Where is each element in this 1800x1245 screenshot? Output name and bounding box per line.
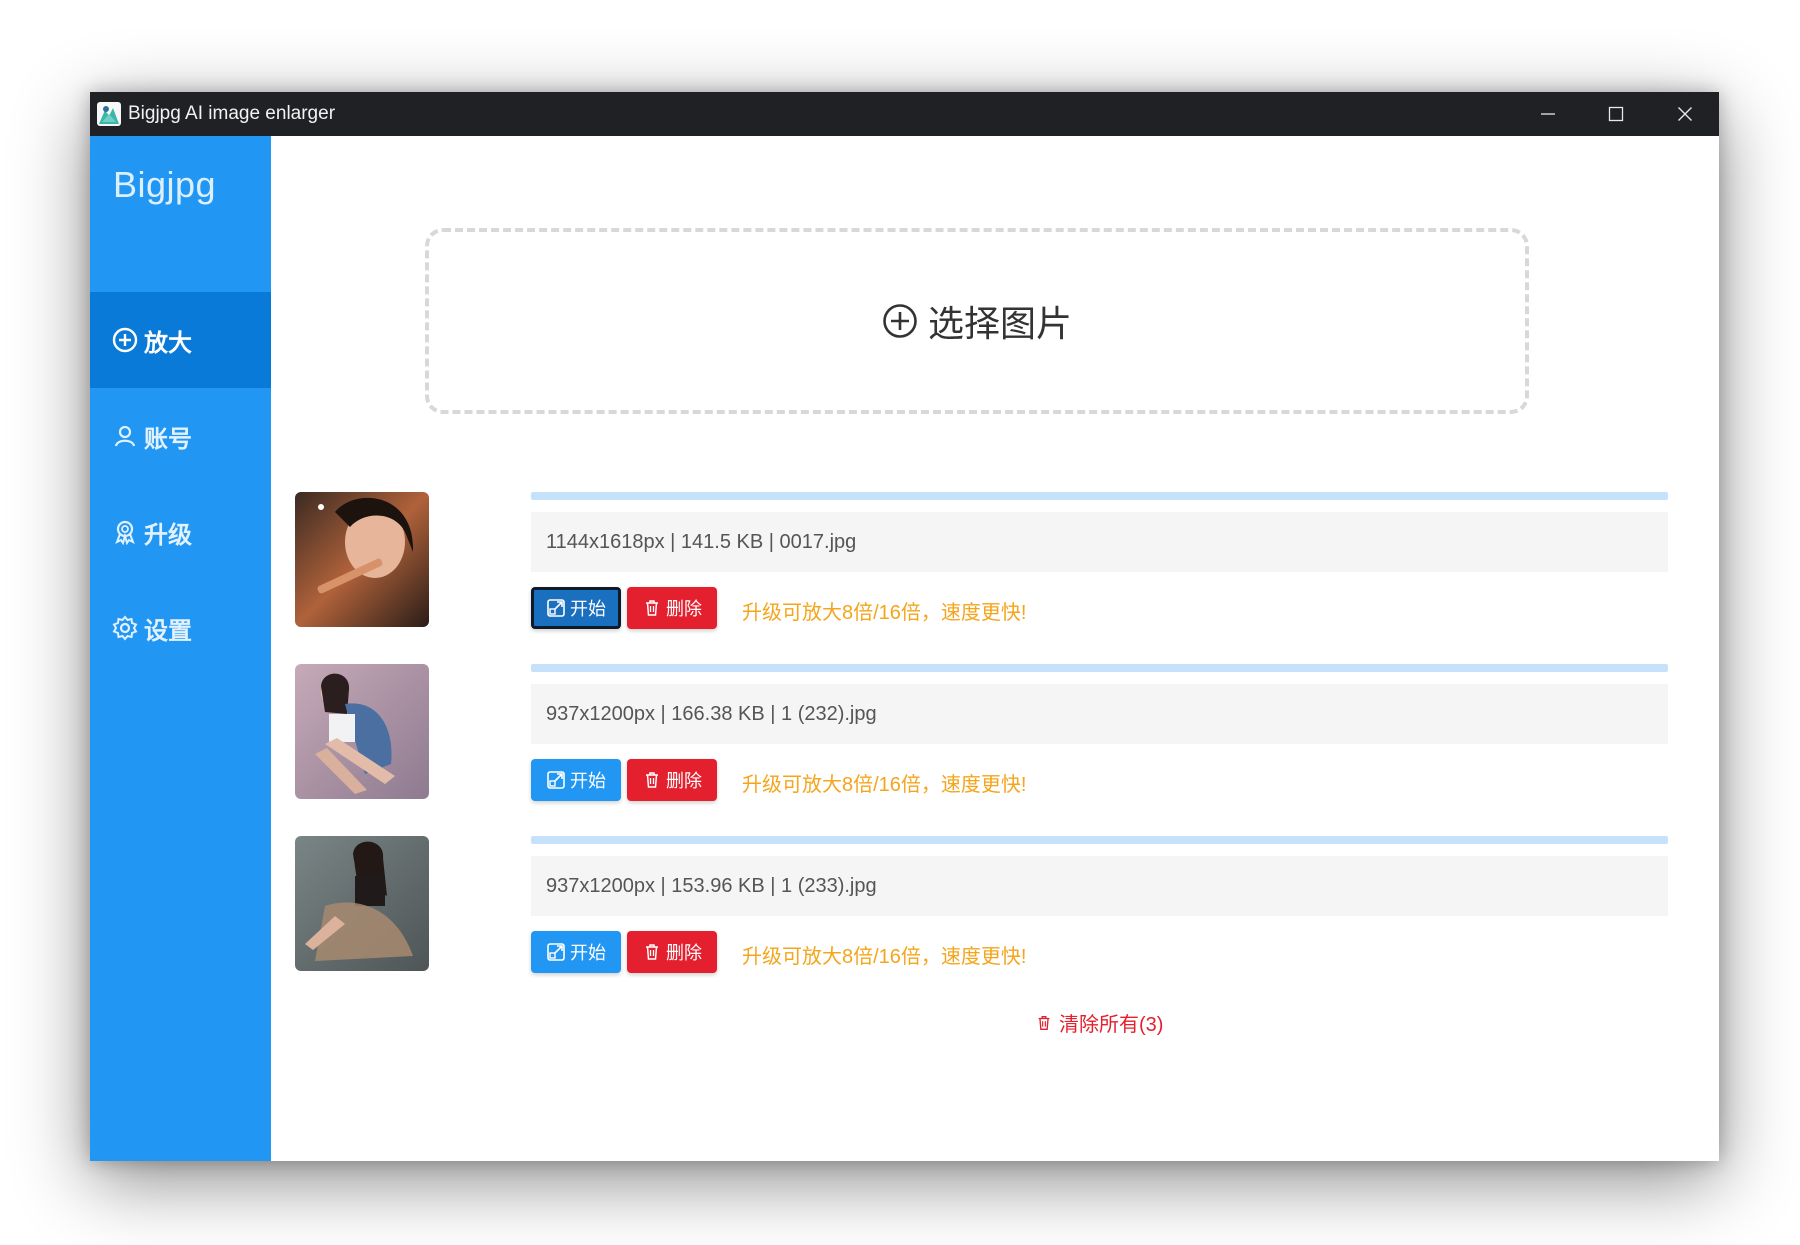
close-button[interactable] [1651, 92, 1719, 136]
main-content: 选择图片 1144x1618px | 141.5 KB | 0017.jpg 开… [271, 136, 1719, 1161]
plus-circle-icon [112, 327, 138, 353]
sidebar-item-upgrade[interactable]: 升级 [90, 484, 271, 580]
trash-icon [642, 770, 662, 790]
sidebar: Bigjpg 放大 账号 升级 设置 [90, 136, 271, 1161]
minimize-button[interactable] [1514, 92, 1582, 136]
gear-icon [112, 615, 138, 641]
start-button[interactable]: 开始 [531, 931, 621, 973]
sidebar-item-label: 设置 [144, 617, 192, 645]
close-icon [1678, 107, 1692, 121]
file-info: 937x1200px | 166.38 KB | 1 (232).jpg [531, 684, 1668, 744]
sidebar-item-label: 升级 [144, 521, 192, 549]
file-item: 1144x1618px | 141.5 KB | 0017.jpg 开始 删除 … [295, 492, 1675, 632]
clear-all-button[interactable]: 清除所有(3) [1035, 1008, 1163, 1037]
expand-icon [546, 942, 566, 962]
delete-button-label: 删除 [666, 599, 702, 619]
user-icon [112, 423, 138, 449]
start-button-label: 开始 [570, 771, 606, 791]
upgrade-promo-text[interactable]: 升级可放大8倍/16倍，速度更快! [742, 596, 1026, 625]
start-button[interactable]: 开始 [531, 587, 621, 629]
delete-button-label: 删除 [666, 943, 702, 963]
expand-icon [546, 770, 566, 790]
app-window: Bigjpg AI image enlarger Bigjpg 放大 账号 升级… [90, 92, 1719, 1161]
delete-button-label: 删除 [666, 771, 702, 791]
trash-icon [1035, 1014, 1053, 1032]
delete-button[interactable]: 删除 [627, 587, 717, 629]
select-image-dropzone[interactable]: 选择图片 [425, 228, 1529, 414]
start-button-label: 开始 [570, 943, 606, 963]
title-bar[interactable]: Bigjpg AI image enlarger [90, 92, 1719, 136]
start-button[interactable]: 开始 [531, 759, 621, 801]
sidebar-item-settings[interactable]: 设置 [90, 580, 271, 676]
file-info: 1144x1618px | 141.5 KB | 0017.jpg [531, 512, 1668, 572]
expand-icon [546, 598, 566, 618]
brand-logo-text: Bigjpg [113, 164, 217, 205]
sidebar-item-enlarge[interactable]: 放大 [90, 292, 271, 388]
window-title: Bigjpg AI image enlarger [128, 103, 336, 124]
bigjpg-app-icon [97, 102, 121, 126]
select-image-label: 选择图片 [927, 303, 1072, 344]
progress-bar [531, 492, 1668, 500]
clear-all-label: 清除所有(3) [1059, 1014, 1164, 1036]
file-item: 937x1200px | 153.96 KB | 1 (233).jpg 开始 … [295, 836, 1675, 976]
upgrade-promo-text[interactable]: 升级可放大8倍/16倍，速度更快! [742, 768, 1026, 797]
image-thumbnail[interactable] [295, 836, 429, 971]
trash-icon [642, 942, 662, 962]
award-icon [112, 519, 138, 545]
sidebar-item-account[interactable]: 账号 [90, 388, 271, 484]
image-thumbnail[interactable] [295, 664, 429, 799]
upgrade-promo-text[interactable]: 升级可放大8倍/16倍，速度更快! [742, 940, 1026, 969]
maximize-button[interactable] [1582, 92, 1650, 136]
image-thumbnail[interactable] [295, 492, 429, 627]
delete-button[interactable]: 删除 [627, 759, 717, 801]
plus-circle-icon [882, 303, 918, 339]
delete-button[interactable]: 删除 [627, 931, 717, 973]
sidebar-item-label: 放大 [144, 329, 192, 357]
start-button-label: 开始 [570, 599, 606, 619]
file-item: 937x1200px | 166.38 KB | 1 (232).jpg 开始 … [295, 664, 1675, 804]
progress-bar [531, 664, 1668, 672]
minimize-icon [1541, 113, 1555, 115]
maximize-icon [1608, 106, 1624, 122]
progress-bar [531, 836, 1668, 844]
trash-icon [642, 598, 662, 618]
sidebar-item-label: 账号 [144, 425, 192, 453]
file-info: 937x1200px | 153.96 KB | 1 (233).jpg [531, 856, 1668, 916]
